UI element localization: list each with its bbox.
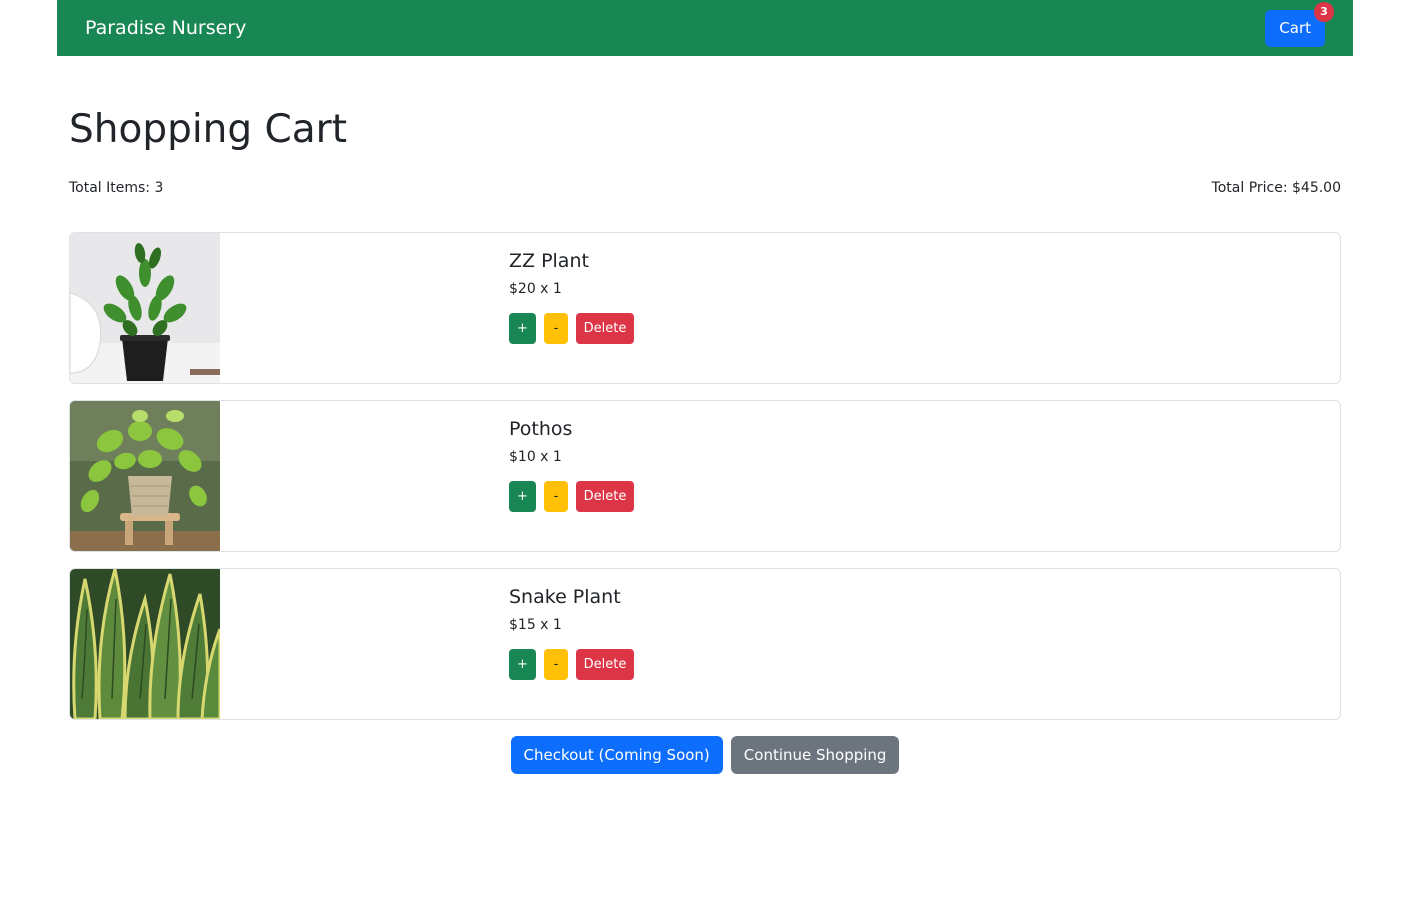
item-info: Snake Plant $15 x 1 + - Delete: [509, 586, 634, 680]
cart-button[interactable]: Cart 3: [1265, 1, 1334, 47]
item-actions: + - Delete: [509, 649, 634, 680]
delete-item-button[interactable]: Delete: [576, 313, 634, 344]
delete-item-button[interactable]: Delete: [576, 481, 634, 512]
increase-quantity-button[interactable]: +: [509, 313, 536, 344]
brand-name[interactable]: Paradise Nursery: [85, 17, 246, 39]
snake-plant-image: [70, 569, 220, 719]
cart-item-zz-plant: ZZ Plant $20 x 1 + - Delete: [69, 232, 1341, 384]
cart-summary: Total Items: 3 Total Price: $45.00: [69, 180, 1341, 196]
item-actions: + - Delete: [509, 481, 634, 512]
item-price: $10 x 1: [509, 449, 562, 465]
item-name: Snake Plant: [509, 586, 621, 608]
item-price: $15 x 1: [509, 617, 562, 633]
page-title: Shopping Cart: [69, 107, 348, 152]
increase-quantity-button[interactable]: +: [509, 649, 536, 680]
cart-item-pothos: Pothos $10 x 1 + - Delete: [69, 400, 1341, 552]
decrease-quantity-button[interactable]: -: [544, 313, 568, 344]
increase-quantity-button[interactable]: +: [509, 481, 536, 512]
cart-footer-actions: Checkout (Coming Soon) Continue Shopping: [69, 736, 1341, 774]
item-actions: + - Delete: [509, 313, 634, 344]
item-name: Pothos: [509, 418, 573, 440]
zz-plant-image: [70, 233, 220, 383]
top-navbar: Paradise Nursery Cart 3: [57, 0, 1353, 56]
item-info: Pothos $10 x 1 + - Delete: [509, 418, 634, 512]
delete-item-button[interactable]: Delete: [576, 649, 634, 680]
item-info: ZZ Plant $20 x 1 + - Delete: [509, 250, 634, 344]
total-price: Total Price: $45.00: [1211, 180, 1341, 196]
item-name: ZZ Plant: [509, 250, 589, 272]
pothos-image: [70, 401, 220, 551]
cart-button-label: Cart: [1279, 19, 1311, 37]
decrease-quantity-button[interactable]: -: [544, 649, 568, 680]
continue-shopping-button[interactable]: Continue Shopping: [730, 736, 900, 774]
decrease-quantity-button[interactable]: -: [544, 481, 568, 512]
item-price: $20 x 1: [509, 281, 562, 297]
cart-item-snake-plant: Snake Plant $15 x 1 + - Delete: [69, 568, 1341, 720]
total-items: Total Items: 3: [69, 180, 164, 196]
checkout-button[interactable]: Checkout (Coming Soon): [510, 736, 723, 774]
cart-count-badge: 3: [1314, 1, 1334, 22]
